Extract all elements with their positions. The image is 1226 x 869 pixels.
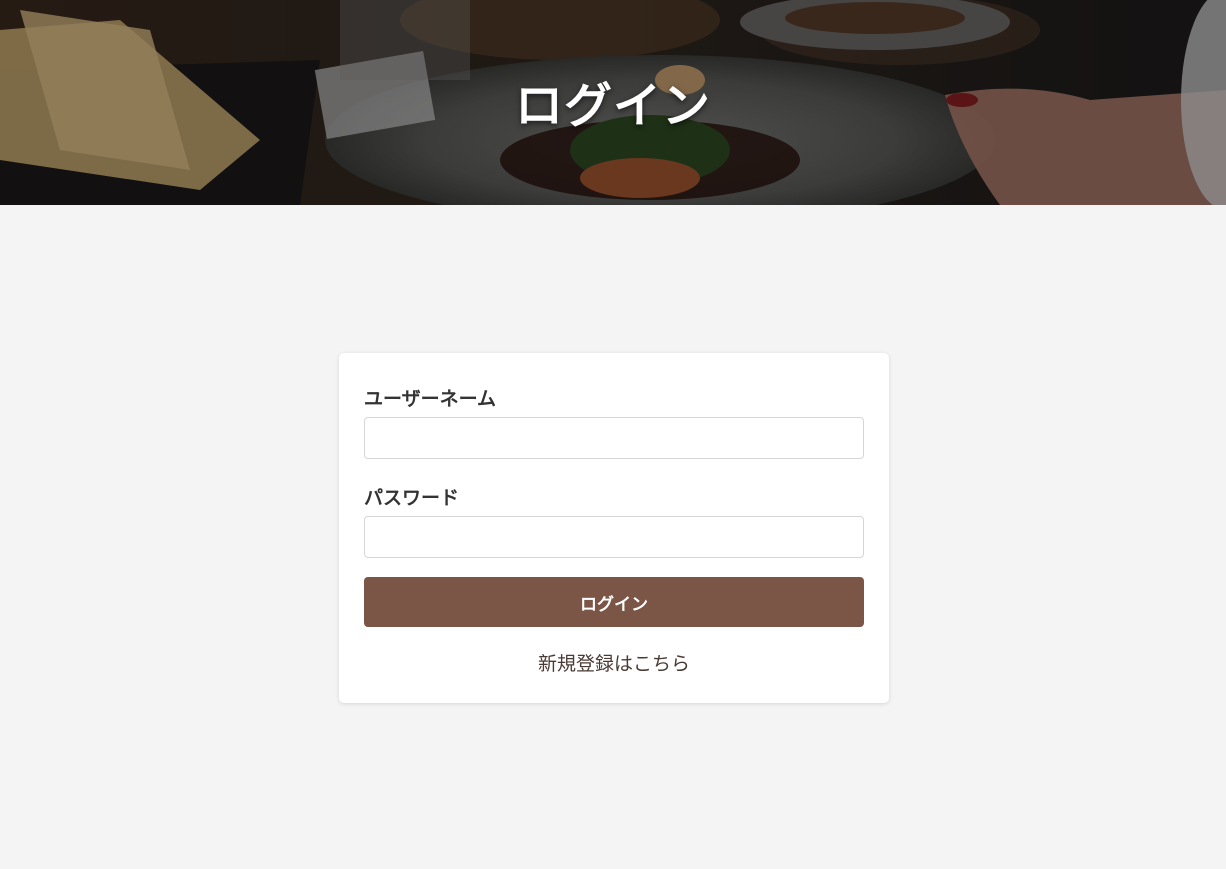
password-label: パスワード	[364, 487, 460, 509]
page-title: ログイン	[514, 78, 711, 134]
username-input[interactable]	[364, 417, 864, 459]
password-input[interactable]	[364, 516, 864, 558]
login-card: ユーザーネーム パスワード ログイン 新規登録はこちら	[339, 353, 889, 703]
username-label: ユーザーネーム	[364, 388, 497, 410]
register-link[interactable]: 新規登録はこちら	[339, 649, 889, 676]
login-button[interactable]: ログイン	[364, 577, 864, 627]
hero-banner: ログイン	[0, 0, 1226, 205]
